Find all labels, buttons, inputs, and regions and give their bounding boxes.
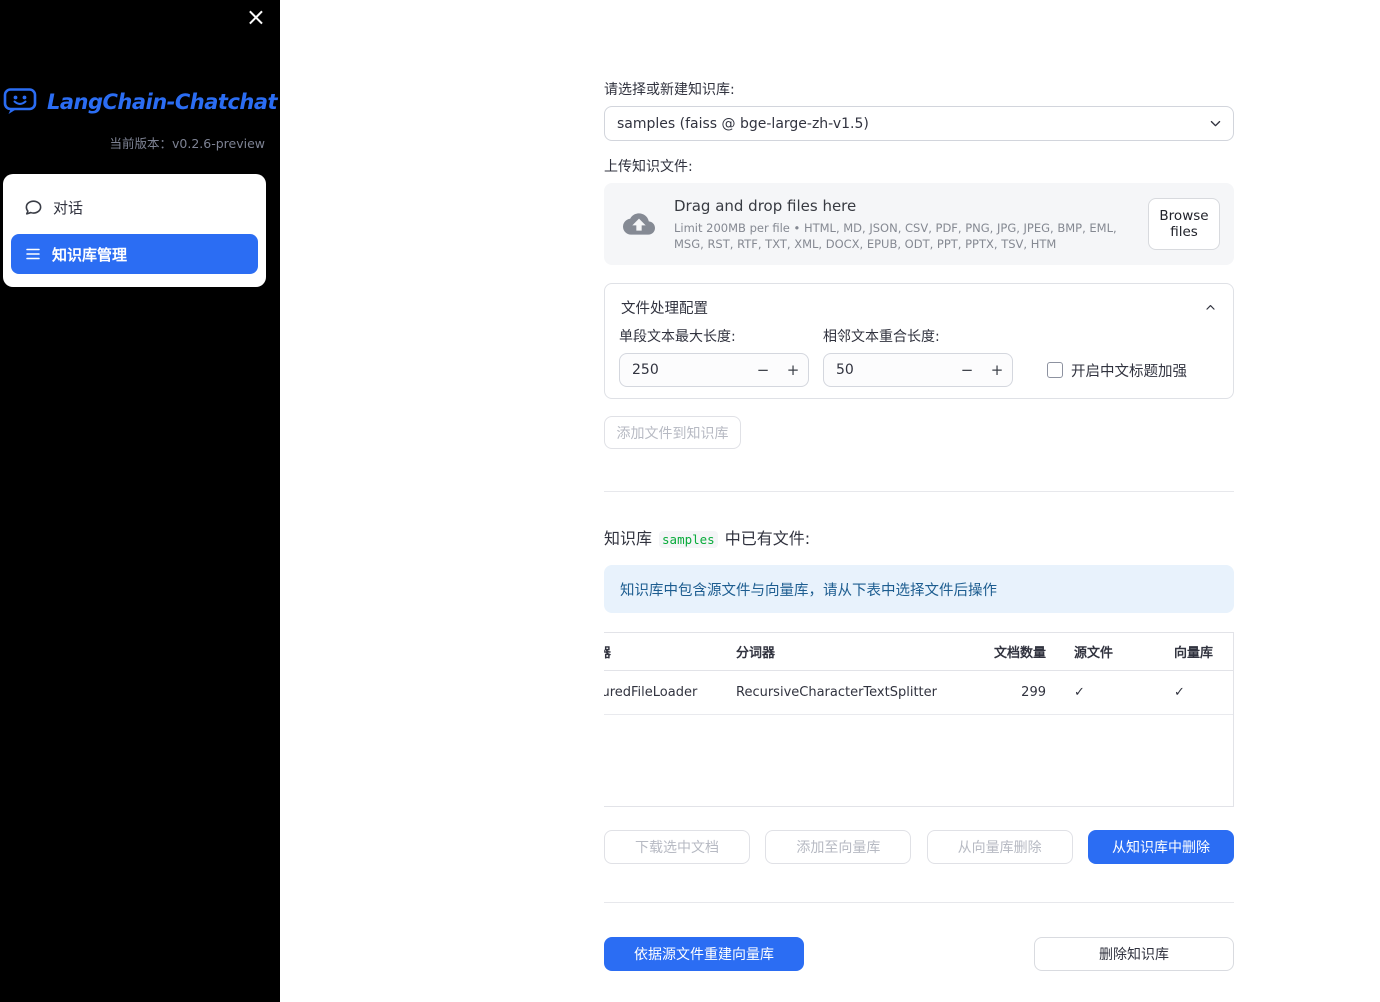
chunk-size-label: 单段文本最大长度:: [619, 329, 736, 345]
kb-heading-prefix: 知识库: [604, 529, 653, 548]
app-window: × LangChain-Chatchat 当前版本：v0.2.6-preview: [0, 0, 1380, 1002]
add-files-button[interactable]: 添加文件到知识库: [604, 416, 741, 449]
browse-files-button[interactable]: Browse files: [1148, 198, 1220, 250]
app-logo: LangChain-Chatchat: [0, 88, 280, 115]
sidebar-menu: 对话 知识库管理: [3, 174, 266, 287]
chunk-size-input[interactable]: 250 − +: [619, 353, 809, 387]
file-actions-row: 下载选中文档 添加至向量库 从向量库删除 从知识库中删除: [604, 830, 1234, 864]
cell-vector-store-check: ✓: [1174, 685, 1185, 700]
kb-select-value: samples (faiss @ bge-large-zh-v1.5): [617, 115, 869, 132]
kb-actions-row: 依据源文件重建向量库 删除知识库: [604, 937, 1234, 971]
sidebar-item-label: 知识库管理: [52, 245, 128, 264]
config-expander-body: 单段文本最大长度: 250 − + 相邻文本重合长度: 50 − + 开启中文标…: [605, 330, 1233, 402]
chunk-overlap-input[interactable]: 50 − +: [823, 353, 1013, 387]
chevron-up-icon: [1204, 301, 1217, 314]
info-text: 知识库中包含源文件与向量库，请从下表中选择文件后操作: [620, 582, 997, 599]
config-expander-title: 文件处理配置: [621, 301, 708, 317]
zh-title-enhance-checkbox[interactable]: 开启中文标题加强: [1047, 362, 1187, 380]
config-expander-header[interactable]: 文件处理配置: [605, 284, 1233, 330]
list-icon: [24, 245, 42, 263]
delete-from-kb-button[interactable]: 从知识库中删除: [1087, 830, 1234, 864]
add-to-vector-store-button[interactable]: 添加至向量库: [765, 830, 912, 864]
divider: [604, 902, 1234, 903]
table-header-row: 文件加载器 分词器 文档数量 源文件 向量库: [604, 633, 1233, 671]
info-banner: 知识库中包含源文件与向量库，请从下表中选择文件后操作: [604, 565, 1234, 613]
uploader-text: Drag and drop files here Limit 200MB per…: [674, 197, 1148, 252]
zh-title-enhance-label: 开启中文标题加强: [1071, 363, 1187, 380]
chunk-size-decrement-button[interactable]: −: [748, 361, 778, 379]
cloud-upload-icon: [620, 208, 658, 240]
cell-loader: UnstructuredFileLoader: [604, 685, 698, 700]
chunk-overlap-label: 相邻文本重合长度:: [823, 329, 940, 345]
version-text: 当前版本：v0.2.6-preview: [109, 136, 266, 151]
delete-kb-button[interactable]: 删除知识库: [1034, 937, 1234, 971]
kb-heading-suffix: 中已有文件:: [724, 529, 811, 548]
uploader-limit: Limit 200MB per file • HTML, MD, JSON, C…: [674, 220, 1117, 251]
chunk-overlap-field: 相邻文本重合长度: 50 − +: [823, 330, 1013, 387]
table-header-loader: 文件加载器: [604, 642, 722, 661]
chat-bubble-icon: [24, 198, 43, 217]
chunk-overlap-increment-button[interactable]: +: [982, 361, 1012, 379]
files-table: 文件加载器 分词器 文档数量 源文件 向量库 UnstructuredFileL…: [604, 632, 1234, 807]
table-header-vector-store: 向量库: [1160, 642, 1233, 661]
file-uploader-dropzone[interactable]: Drag and drop files here Limit 200MB per…: [604, 183, 1234, 265]
cell-doc-count: 299: [1021, 685, 1046, 700]
cell-splitter: RecursiveCharacterTextSplitter: [736, 685, 937, 700]
logo-chat-icon: [3, 88, 39, 115]
kb-files-heading: 知识库 samples 中已有文件:: [604, 525, 1234, 549]
divider: [604, 491, 1234, 492]
chunk-size-increment-button[interactable]: +: [778, 361, 808, 379]
download-selected-button[interactable]: 下载选中文档: [604, 830, 750, 864]
sidebar-item-knowledge-base[interactable]: 知识库管理: [11, 234, 258, 274]
rebuild-vector-store-button[interactable]: 依据源文件重建向量库: [604, 937, 804, 971]
logo-text: LangChain-Chatchat: [46, 89, 278, 114]
kb-select-label: 请选择或新建知识库:: [604, 82, 735, 98]
table-header-doc-count: 文档数量: [950, 642, 1060, 661]
chunk-overlap-decrement-button[interactable]: −: [952, 361, 982, 379]
table-header-source-file: 源文件: [1060, 642, 1160, 661]
chunk-overlap-value: 50: [836, 362, 854, 378]
kb-name-code: samples: [659, 531, 718, 548]
uploader-title: Drag and drop files here: [674, 196, 857, 215]
chevron-down-icon: [1208, 116, 1223, 131]
sidebar-item-label: 对话: [53, 198, 84, 217]
chunk-size-value: 250: [632, 362, 659, 378]
config-expander: 文件处理配置 单段文本最大长度: 250 − + 相邻文本重合长度: 50 − …: [604, 283, 1234, 399]
sidebar-close-button[interactable]: ×: [246, 3, 266, 31]
sidebar-item-chat[interactable]: 对话: [11, 187, 258, 227]
main-area: 请选择或新建知识库: samples (faiss @ bge-large-zh…: [280, 0, 1380, 1002]
upload-label: 上传知识文件:: [604, 159, 693, 175]
delete-from-vector-store-button[interactable]: 从向量库删除: [926, 830, 1073, 864]
table-header-splitter: 分词器: [722, 642, 950, 661]
sidebar: × LangChain-Chatchat 当前版本：v0.2.6-preview: [0, 0, 280, 1002]
chunk-size-field: 单段文本最大长度: 250 − +: [619, 330, 809, 387]
checkbox-box[interactable]: [1047, 362, 1063, 378]
table-row[interactable]: UnstructuredFileLoader RecursiveCharacte…: [604, 671, 1233, 715]
kb-select[interactable]: samples (faiss @ bge-large-zh-v1.5): [604, 106, 1234, 141]
cell-source-file-check: ✓: [1074, 685, 1085, 700]
